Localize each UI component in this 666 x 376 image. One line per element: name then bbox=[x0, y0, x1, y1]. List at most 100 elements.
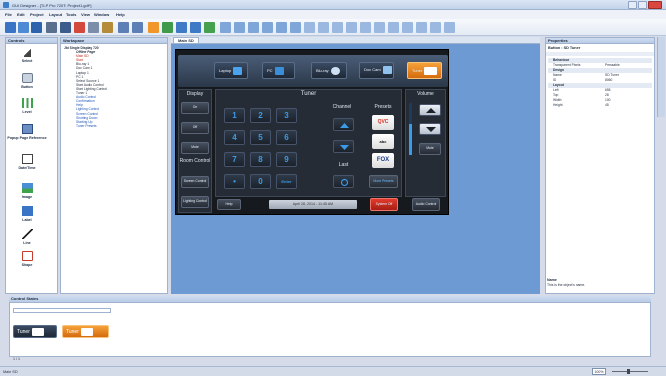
zoom-slider[interactable] bbox=[612, 371, 648, 372]
menu-file[interactable]: File bbox=[5, 12, 12, 17]
help-button[interactable]: Help bbox=[217, 199, 241, 210]
control-level[interactable]: Level bbox=[6, 98, 48, 114]
keypad-0[interactable]: 0 bbox=[250, 174, 271, 189]
keypad-8[interactable]: 8 bbox=[250, 152, 271, 167]
maximize-button[interactable] bbox=[638, 1, 647, 9]
control-shape[interactable]: Shape bbox=[6, 251, 48, 267]
menu-help[interactable]: Help bbox=[116, 12, 125, 17]
more-presets-button[interactable]: More Presets bbox=[369, 175, 398, 188]
align-top-icon[interactable] bbox=[262, 22, 273, 33]
volume-down-button[interactable] bbox=[419, 123, 441, 135]
volume-up-button[interactable] bbox=[419, 104, 441, 116]
preset-abc-button[interactable]: abc bbox=[372, 134, 394, 149]
preset-qvc-button[interactable]: QVC bbox=[372, 115, 394, 130]
page-navigation[interactable]: 1 / 1 bbox=[13, 357, 20, 361]
align-middle-icon[interactable] bbox=[276, 22, 287, 33]
menu-edit[interactable]: Edit bbox=[17, 12, 25, 17]
keypad-9[interactable]: 9 bbox=[276, 152, 297, 167]
preset-fox-button[interactable]: FOX bbox=[372, 153, 394, 168]
keypad-3[interactable]: 3 bbox=[276, 108, 297, 123]
side-dock-tabs[interactable] bbox=[657, 37, 665, 117]
minimize-button[interactable] bbox=[628, 1, 637, 9]
arrow-up-icon bbox=[426, 108, 436, 113]
menu-window[interactable]: Window bbox=[94, 12, 109, 17]
keypad-1[interactable]: 1 bbox=[224, 108, 245, 123]
print-icon[interactable] bbox=[46, 22, 57, 33]
control-image[interactable]: Image bbox=[6, 183, 48, 199]
keypad-6[interactable]: 6 bbox=[276, 130, 297, 145]
display-off-button[interactable]: Off bbox=[181, 122, 209, 134]
highlight-icon[interactable] bbox=[148, 22, 159, 33]
menu-tools[interactable]: Tools bbox=[66, 12, 76, 17]
center-horizontal-icon[interactable] bbox=[374, 22, 385, 33]
control-button[interactable]: Button bbox=[6, 73, 48, 89]
keypad-5[interactable]: 5 bbox=[250, 130, 271, 145]
emulate-icon[interactable] bbox=[190, 22, 201, 33]
check-icon[interactable] bbox=[204, 22, 215, 33]
arrow-down-icon bbox=[340, 145, 349, 150]
same-size-icon[interactable] bbox=[332, 22, 343, 33]
control-datetime[interactable]: Date/Time bbox=[6, 154, 48, 170]
menu-project[interactable]: Project bbox=[30, 12, 44, 17]
bring-front-icon[interactable] bbox=[402, 22, 413, 33]
keypad-2[interactable]: 2 bbox=[250, 108, 271, 123]
keypad-enter[interactable]: Enter bbox=[276, 174, 297, 189]
control-label[interactable]: Label bbox=[6, 206, 48, 222]
control-line[interactable]: Line bbox=[6, 229, 48, 245]
property-row[interactable]: Height 45 bbox=[548, 103, 652, 108]
same-width-icon[interactable] bbox=[304, 22, 315, 33]
screen-control-button[interactable]: Screen Control bbox=[181, 176, 209, 188]
build-icon[interactable] bbox=[162, 22, 173, 33]
align-bottom-icon[interactable] bbox=[290, 22, 301, 33]
source-bluray-button[interactable]: Blu-ray bbox=[311, 62, 347, 79]
control-popup-page-reference[interactable]: Popup Page Reference bbox=[6, 124, 48, 140]
space-horizontal-icon[interactable] bbox=[346, 22, 357, 33]
channel-up-button[interactable] bbox=[333, 118, 354, 131]
align-center-icon[interactable] bbox=[234, 22, 245, 33]
tab-main-sd[interactable]: Main SD bbox=[173, 37, 199, 44]
close-button[interactable] bbox=[648, 1, 662, 9]
align-right-icon[interactable] bbox=[248, 22, 259, 33]
source-laptop-button[interactable]: Laptop bbox=[214, 62, 248, 79]
state-active[interactable]: Tuner bbox=[62, 325, 109, 338]
audio-control-button[interactable]: Audio Control bbox=[412, 198, 440, 211]
copy-icon[interactable] bbox=[88, 22, 99, 33]
source-doccam-button[interactable]: Doc Cam bbox=[359, 62, 394, 79]
menu-layout[interactable]: Layout bbox=[49, 12, 62, 17]
save-icon[interactable] bbox=[31, 22, 42, 33]
keypad-7[interactable]: 7 bbox=[224, 152, 245, 167]
send-back-icon[interactable] bbox=[416, 22, 427, 33]
tree-item[interactable]: Tuner Presets bbox=[76, 124, 107, 128]
center-vertical-icon[interactable] bbox=[388, 22, 399, 33]
undo-icon[interactable] bbox=[118, 22, 129, 33]
group-icon[interactable] bbox=[430, 22, 441, 33]
zoom-thumb[interactable] bbox=[627, 369, 630, 374]
ungroup-icon[interactable] bbox=[444, 22, 455, 33]
last-channel-button[interactable] bbox=[333, 175, 354, 188]
zoom-level[interactable]: 100% bbox=[592, 368, 606, 375]
open-icon[interactable] bbox=[18, 22, 29, 33]
keypad-dot[interactable]: • bbox=[224, 174, 245, 189]
redo-icon[interactable] bbox=[132, 22, 143, 33]
keypad-4[interactable]: 4 bbox=[224, 130, 245, 145]
channel-down-button[interactable] bbox=[333, 140, 354, 153]
volume-mute-button[interactable]: Mute bbox=[419, 143, 441, 155]
same-height-icon[interactable] bbox=[318, 22, 329, 33]
display-mute-button[interactable]: Mute bbox=[181, 142, 209, 154]
control-select[interactable]: Select bbox=[6, 48, 48, 63]
upload-icon[interactable] bbox=[176, 22, 187, 33]
display-on-button[interactable]: On bbox=[181, 102, 209, 114]
paste-icon[interactable] bbox=[102, 22, 113, 33]
menu-view[interactable]: View bbox=[81, 12, 90, 17]
align-left-icon[interactable] bbox=[220, 22, 231, 33]
lighting-control-button[interactable]: Lighting Control bbox=[181, 196, 209, 208]
new-icon[interactable] bbox=[5, 22, 16, 33]
state-slider[interactable] bbox=[13, 308, 111, 313]
source-pc-button[interactable]: PC bbox=[262, 62, 295, 79]
cut-icon[interactable] bbox=[74, 22, 85, 33]
space-vertical-icon[interactable] bbox=[360, 22, 371, 33]
state-normal[interactable]: Tuner bbox=[13, 325, 57, 338]
system-off-button[interactable]: System Off bbox=[370, 198, 398, 211]
source-tuner-button[interactable]: Tuner bbox=[407, 62, 442, 79]
preview-icon[interactable] bbox=[60, 22, 71, 33]
